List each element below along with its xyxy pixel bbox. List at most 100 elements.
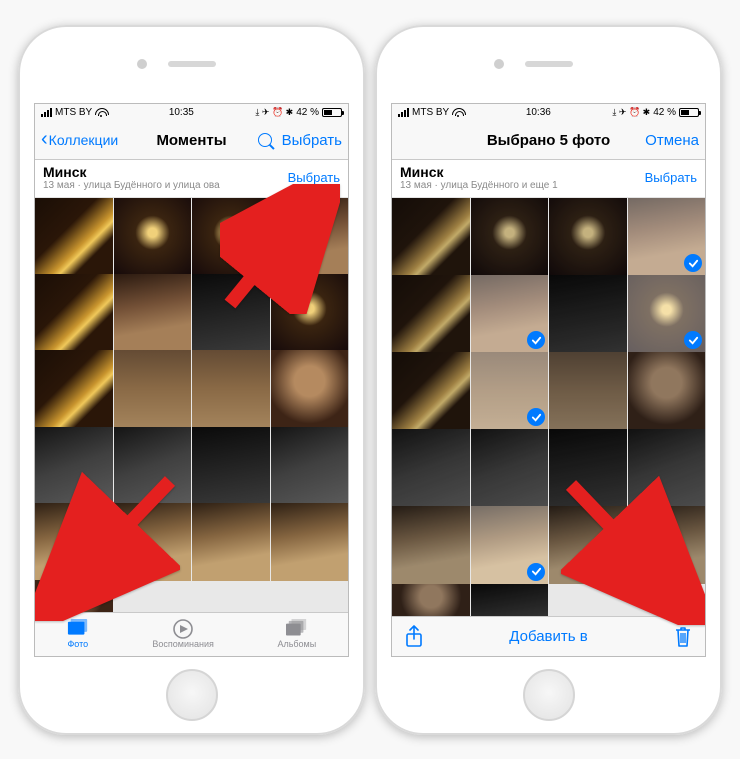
photo-thumb[interactable]: [549, 275, 627, 353]
front-camera: [137, 59, 147, 69]
tab-label: Воспоминания: [152, 639, 213, 649]
home-button[interactable]: [523, 669, 575, 721]
battery-percent: 42 %: [296, 107, 319, 118]
photo-thumb[interactable]: [35, 503, 113, 581]
check-icon: [527, 563, 545, 581]
speaker: [525, 61, 573, 67]
speaker: [168, 61, 216, 67]
photo-thumb[interactable]: [471, 198, 549, 276]
photo-thumb[interactable]: [392, 352, 470, 430]
nav-title: Выбрано 5 фото: [487, 132, 610, 149]
photo-thumb[interactable]: [114, 350, 192, 428]
tab-label: Фото: [67, 639, 88, 649]
share-button[interactable]: [404, 625, 424, 647]
tab-albums[interactable]: Альбомы: [277, 620, 316, 649]
battery-percent: 42 %: [653, 107, 676, 118]
photo-grid[interactable]: [392, 198, 705, 616]
search-icon[interactable]: [258, 133, 272, 147]
photo-thumb[interactable]: [271, 427, 349, 505]
photo-thumb[interactable]: [471, 275, 549, 353]
location-title: Минск: [400, 164, 558, 180]
photo-thumb[interactable]: [271, 503, 349, 581]
add-to-button[interactable]: Добавить в: [509, 628, 587, 645]
photo-thumb[interactable]: [271, 350, 349, 428]
photo-thumb[interactable]: [114, 198, 192, 276]
wifi-icon: [452, 108, 464, 118]
check-icon: [684, 331, 702, 349]
screen-right: MTS BY 10:36 ⤓ ✈︎ ⏰ ✱ 42 % Выбрано 5 фот…: [391, 103, 706, 657]
photo-thumb[interactable]: [392, 275, 470, 353]
section-select-button[interactable]: Выбрать: [288, 170, 340, 185]
photo-thumb[interactable]: [114, 503, 192, 581]
carrier-label: MTS BY: [55, 107, 92, 118]
clock: 10:35: [169, 107, 194, 118]
check-icon: [527, 408, 545, 426]
photo-thumb[interactable]: [392, 429, 470, 507]
photo-thumb[interactable]: [471, 584, 549, 616]
front-camera: [494, 59, 504, 69]
photo-thumb[interactable]: [114, 427, 192, 505]
nav-bar: ‹ Коллекции Моменты Выбрать: [35, 122, 348, 160]
photo-thumb[interactable]: [192, 350, 270, 428]
check-icon: [527, 331, 545, 349]
photo-thumb[interactable]: [35, 274, 113, 352]
photo-thumb[interactable]: [271, 274, 349, 352]
photo-thumb[interactable]: [192, 503, 270, 581]
photo-thumb[interactable]: [549, 429, 627, 507]
wifi-icon: [95, 108, 107, 118]
status-indicators: ⤓ ✈︎ ⏰ ✱: [255, 107, 293, 118]
clock: 10:36: [526, 107, 551, 118]
photo-thumb[interactable]: [628, 506, 706, 584]
cancel-button[interactable]: Отмена: [645, 132, 699, 149]
location-title: Минск: [43, 164, 220, 180]
photo-thumb[interactable]: [35, 350, 113, 428]
signal-icon: [398, 108, 409, 117]
home-button[interactable]: [166, 669, 218, 721]
photo-thumb[interactable]: [628, 275, 706, 353]
photo-thumb[interactable]: [628, 198, 706, 276]
photos-icon: [67, 620, 89, 638]
tab-photos[interactable]: Фото: [67, 620, 89, 649]
tab-label: Альбомы: [277, 639, 316, 649]
nav-bar: Выбрано 5 фото Отмена: [392, 122, 705, 160]
carrier-label: MTS BY: [412, 107, 449, 118]
photo-thumb[interactable]: [549, 506, 627, 584]
photo-thumb[interactable]: [392, 584, 470, 616]
photo-thumb[interactable]: [35, 427, 113, 505]
battery-icon: [679, 108, 699, 117]
photo-thumb[interactable]: [549, 352, 627, 430]
selection-toolbar: Добавить в: [392, 616, 705, 656]
memories-icon: [172, 620, 194, 638]
albums-icon: [286, 620, 308, 638]
nav-title: Моменты: [156, 132, 226, 149]
photo-thumb[interactable]: [114, 274, 192, 352]
iphone-left: MTS BY 10:35 ⤓ ✈︎ ⏰ ✱ 42 % ‹ Коллекции М…: [18, 25, 365, 735]
photo-thumb[interactable]: [35, 580, 113, 612]
photo-thumb[interactable]: [192, 198, 270, 276]
trash-button[interactable]: [673, 625, 693, 647]
battery-icon: [322, 108, 342, 117]
iphone-right: MTS BY 10:36 ⤓ ✈︎ ⏰ ✱ 42 % Выбрано 5 фот…: [375, 25, 722, 735]
tab-memories[interactable]: Воспоминания: [152, 620, 213, 649]
back-button[interactable]: ‹ Коллекции: [41, 132, 118, 148]
screen-left: MTS BY 10:35 ⤓ ✈︎ ⏰ ✱ 42 % ‹ Коллекции М…: [34, 103, 349, 657]
photo-thumb[interactable]: [549, 198, 627, 276]
photo-thumb[interactable]: [271, 198, 349, 276]
photo-grid[interactable]: [35, 198, 348, 612]
photo-thumb[interactable]: [192, 274, 270, 352]
photo-thumb[interactable]: [471, 429, 549, 507]
photo-thumb[interactable]: [471, 506, 549, 584]
photo-thumb[interactable]: [628, 429, 706, 507]
moment-header: Минск 13 мая · улица Будённого и улица о…: [35, 160, 348, 198]
photo-thumb[interactable]: [392, 198, 470, 276]
photo-thumb[interactable]: [392, 506, 470, 584]
section-select-button[interactable]: Выбрать: [645, 170, 697, 185]
photo-thumb[interactable]: [192, 427, 270, 505]
photo-thumb[interactable]: [628, 352, 706, 430]
location-subtitle: 13 мая · улица Будённого и улица ова: [43, 180, 220, 191]
select-button[interactable]: Выбрать: [282, 132, 342, 149]
photo-thumb[interactable]: [471, 352, 549, 430]
status-bar: MTS BY 10:36 ⤓ ✈︎ ⏰ ✱ 42 %: [392, 104, 705, 122]
tab-bar: Фото Воспоминания Альбомы: [35, 612, 348, 656]
photo-thumb[interactable]: [35, 198, 113, 276]
